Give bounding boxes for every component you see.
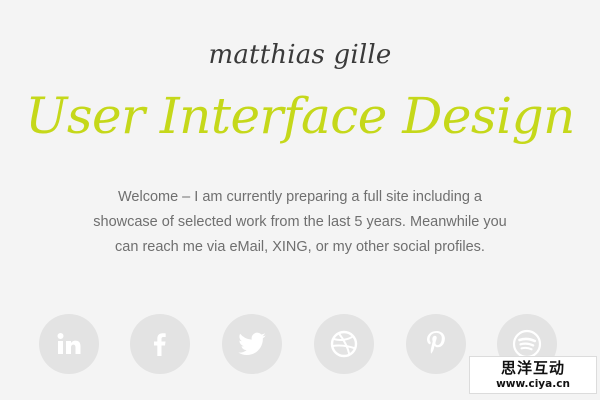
twitter-link[interactable]: [222, 314, 282, 374]
intro-text: Welcome – I am currently preparing a ful…: [80, 185, 520, 260]
watermark-name: 思洋互动: [500, 359, 565, 377]
watermark-url: www.ciya.cn: [496, 378, 570, 390]
intro-line: showcase of selected work from the last …: [93, 214, 507, 230]
linkedin-icon: [57, 333, 81, 354]
intro-line: can reach me via eMail, XING, or my othe…: [115, 239, 485, 255]
pinterest-icon: [427, 331, 445, 354]
dribbble-link[interactable]: [314, 314, 374, 374]
dribbble-icon: [330, 330, 358, 358]
page-title: User Interface Design: [25, 87, 575, 145]
author-name: matthias gille: [208, 40, 392, 70]
facebook-link[interactable]: [130, 314, 190, 374]
linkedin-link[interactable]: [39, 314, 99, 374]
spotify-icon: [512, 329, 542, 359]
pinterest-link[interactable]: [406, 314, 466, 374]
intro-line: Welcome – I am currently preparing a ful…: [117, 189, 482, 205]
watermark-logo: 思洋互动 www.ciya.cn: [469, 356, 597, 394]
twitter-icon: [238, 332, 266, 356]
facebook-icon: [154, 333, 166, 356]
